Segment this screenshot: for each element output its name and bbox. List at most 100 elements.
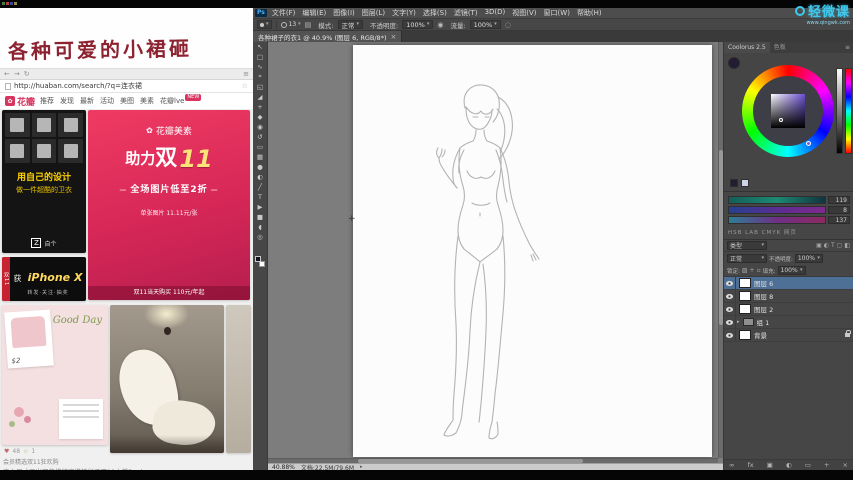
tab-swatches[interactable]: 色板 [770,42,790,53]
site-nav-item[interactable]: 发现 [60,96,74,106]
back-icon[interactable]: ← [4,70,10,78]
pin-wedding-photo[interactable] [110,305,224,453]
shape-tool[interactable]: ■ [253,212,267,222]
brush-panel-toggle-icon[interactable]: ▤ [305,21,312,29]
lock-position-icon[interactable]: + [750,267,755,274]
eraser-tool[interactable]: ▭ [253,142,267,152]
canvas-area[interactable]: + [268,42,723,463]
color-value-field[interactable]: 137 [828,216,850,224]
url-text[interactable]: http://huaban.com/search/?q=连衣裙 [14,81,239,91]
move-tool[interactable]: ↖ [253,42,267,52]
flow-select[interactable]: 100% ▾ [469,20,501,29]
healing-brush-tool[interactable]: + [253,102,267,112]
pressure-opacity-icon[interactable]: ◉ [437,21,443,29]
visibility-toggle[interactable] [724,290,736,302]
gradient-swatch[interactable] [728,216,826,224]
blend-mode-select[interactable]: 正常 ▾ [337,20,364,30]
color-swatches[interactable] [253,254,268,270]
link-layers-icon[interactable]: ∞ [729,462,734,469]
new-layer-icon[interactable]: + [824,462,829,469]
clone-stamp-tool[interactable]: ◉ [253,122,267,132]
history-brush-tool[interactable]: ↺ [253,132,267,142]
layer-row[interactable]: ▸ 组 1 [724,316,853,329]
brush-tool[interactable]: ◆ [253,112,267,122]
value-slider[interactable] [836,68,843,154]
adjustment-layer-icon[interactable]: ◐ [786,462,792,469]
panel-menu-icon[interactable]: ≡ [845,44,850,51]
eyedropper-tool[interactable]: ◢ [253,92,267,102]
lock-all-icon[interactable]: ▫ [757,267,761,274]
sv-marker[interactable] [779,118,783,122]
marquee-tool[interactable]: □ [253,52,267,62]
refresh-icon[interactable]: ↻ [24,70,30,78]
pin-goodday-collage[interactable]: $2 Good Day [2,305,108,445]
dodge-tool[interactable]: ◐ [253,172,267,182]
layer-style-icon[interactable]: fx [748,462,754,469]
visibility-toggle[interactable] [724,316,736,328]
menu-item[interactable]: 视图(V) [512,8,536,18]
menu-item[interactable]: 3D(D) [485,8,506,18]
path-select-tool[interactable]: ▶ [253,202,267,212]
site-nav-item[interactable]: 最新 [80,96,94,106]
tab-coolorus[interactable]: Coolorus 2.5 [724,42,770,53]
hue-marker[interactable] [806,141,811,146]
color-wheel[interactable] [742,65,834,157]
gradient-swatch[interactable] [728,196,826,204]
menu-item[interactable]: 选择(S) [423,8,447,18]
visibility-toggle[interactable] [724,277,736,289]
visibility-toggle[interactable] [724,329,736,341]
layer-mask-icon[interactable]: ▣ [767,462,773,469]
pin-iphone[interactable]: 双11 获 iPhone X 转发·关注·抽奖 [2,257,86,301]
document-tab[interactable]: 各种裙子的衣1 @ 40.9% (图层 6, RGB/8*) × [253,31,403,42]
site-nav-item[interactable]: 推荐 [40,96,54,106]
color-value-field[interactable]: 119 [828,196,850,204]
layer-row[interactable]: ▸ 图层 2 [724,303,853,316]
layer-row[interactable]: ▸ 图层 8 [724,290,853,303]
pin-promo-double11[interactable]: ✿ 花瓣美素 助力双11 全场图片低至2折 单张图片 11.11元/张 双11当… [88,110,250,300]
filter-type-icon[interactable]: T [831,242,835,249]
layer-filter-select[interactable]: 类型 ▾ [727,241,767,250]
browser-menu-icon[interactable]: ≡ [243,70,249,78]
menu-item[interactable]: 编辑(E) [302,8,326,18]
menu-item[interactable]: 图层(L) [362,8,385,18]
brush-preset-picker[interactable]: 13 ▾ [280,21,301,28]
filter-smart-icon[interactable]: ◧ [844,242,850,249]
site-nav-item[interactable]: 花瓣lve [160,96,184,106]
lock-transparency-icon[interactable]: ▨ [742,267,748,274]
hand-tool[interactable]: ◖ [253,222,267,232]
layer-opacity-select[interactable]: 100% ▾ [794,254,823,263]
site-nav-item[interactable]: 美图 [120,96,134,106]
menu-item[interactable]: 滤镜(T) [454,8,478,18]
pin-partial[interactable] [226,305,251,453]
layer-row[interactable]: ▸ 背景 [724,329,853,342]
site-nav-item[interactable]: 美素 [140,96,154,106]
address-bar[interactable]: http://huaban.com/search/?q=连衣裙 ☆ [0,80,253,93]
bookmark-star-icon[interactable]: ☆ [242,82,248,90]
menu-item[interactable]: 文件(F) [272,8,296,18]
recent-color-swatch[interactable] [730,179,738,187]
opacity-select[interactable]: 100% ▾ [402,20,434,29]
menu-item[interactable]: 文字(Y) [392,8,416,18]
layer-group-icon[interactable]: ▭ [805,462,811,469]
menu-item[interactable]: 帮助(H) [577,8,602,18]
recent-color-swatch[interactable] [741,179,749,187]
blur-tool[interactable]: ● [253,162,267,172]
visibility-toggle[interactable] [724,303,736,315]
foreground-color-swatch[interactable] [255,256,261,262]
filter-adjustment-icon[interactable]: ◐ [824,242,829,249]
delete-layer-icon[interactable]: × [842,462,847,469]
zoom-tool[interactable]: ◎ [253,232,267,242]
magic-wand-tool[interactable]: * [253,72,267,82]
lasso-tool[interactable]: ∿ [253,62,267,72]
filter-shape-icon[interactable]: ▢ [837,242,843,249]
artboard[interactable] [353,45,712,457]
group-expander-icon[interactable]: ▸ [737,319,740,325]
menu-item[interactable]: 窗口(W) [544,8,570,18]
forward-icon[interactable]: → [14,70,20,78]
crop-tool[interactable]: ◱ [253,82,267,92]
pen-tool[interactable]: ╱ [253,182,267,192]
site-nav-item[interactable]: 活动 [100,96,114,106]
tool-preset-picker[interactable]: ▾ [257,20,272,29]
layer-blend-mode-select[interactable]: 正常 ▾ [727,254,767,263]
type-tool[interactable]: T [253,192,267,202]
